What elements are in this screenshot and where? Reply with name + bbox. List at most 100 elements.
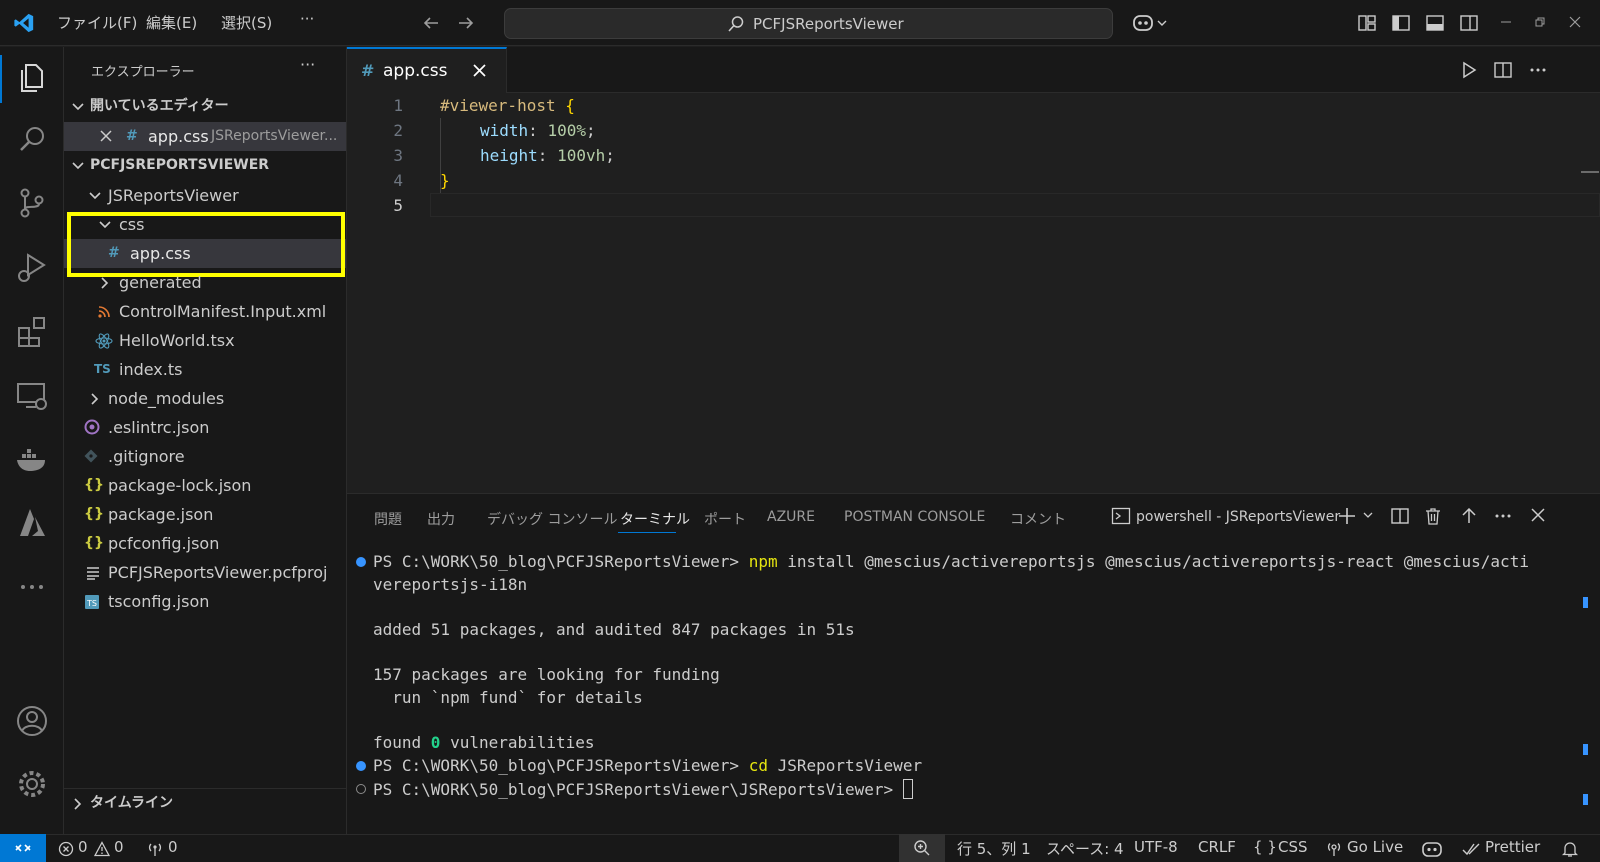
chevron-down-icon [71, 100, 85, 114]
tree-item-index-ts[interactable]: TS index.ts [64, 355, 346, 384]
remote-explorer-icon[interactable] [12, 375, 52, 415]
split-editor-icon[interactable] [1493, 60, 1513, 80]
copilot-status-icon[interactable] [1422, 840, 1442, 858]
timeline-header[interactable]: タイムライン [64, 789, 346, 818]
ports-count[interactable]: 0 [168, 838, 178, 856]
editor-more-icon[interactable] [1528, 60, 1548, 80]
menu-file[interactable]: ファイル(F) [57, 12, 137, 33]
split-terminal-icon[interactable] [1390, 506, 1410, 526]
panel-more-icon[interactable] [1493, 506, 1513, 526]
remote-icon [14, 840, 32, 856]
back-arrow-icon[interactable] [421, 13, 441, 33]
tree-item-eslintrc[interactable]: .eslintrc.json [64, 413, 346, 442]
indentation[interactable]: スペース: 4 [1046, 838, 1124, 859]
copilot-icon[interactable] [1132, 12, 1172, 34]
account-icon[interactable] [12, 701, 52, 741]
close-tab-icon[interactable] [472, 63, 487, 78]
settings-gear-icon[interactable] [12, 764, 52, 804]
prettier-button[interactable]: Prettier [1485, 838, 1540, 856]
vscode-logo-icon[interactable] [13, 12, 35, 34]
forward-arrow-icon[interactable] [456, 13, 476, 33]
new-terminal-plus-icon[interactable] [1337, 506, 1357, 526]
panel-tab-ports[interactable]: ポート [704, 509, 746, 529]
tree-item-package-json[interactable]: {} package.json [64, 500, 346, 529]
close-icon[interactable] [99, 129, 113, 143]
tree-item-controlmanifest[interactable]: ControlManifest.Input.xml [64, 297, 346, 326]
chevron-right-icon [98, 276, 112, 290]
open-editors-header[interactable]: 開いているエディター [64, 92, 346, 121]
terminal-dropdown-icon[interactable] [1362, 509, 1374, 521]
docker-icon[interactable] [12, 439, 52, 479]
maximize-panel-icon[interactable] [1459, 506, 1479, 526]
customize-layout-icon[interactable] [1357, 13, 1377, 33]
menu-more[interactable]: ··· [300, 10, 314, 28]
tree-item-jsreportsviewer[interactable]: JSReportsViewer [64, 181, 346, 210]
panel-tab-comments[interactable]: コメント [1010, 509, 1066, 529]
json-icon: {} [84, 506, 104, 522]
trash-icon[interactable] [1423, 506, 1443, 526]
tree-item-helloworld[interactable]: HelloWorld.tsx [64, 326, 346, 355]
panel-tab-debug-console[interactable]: デバッグ コンソール [487, 509, 617, 529]
panel-tab-postman-console[interactable]: POSTMAN CONSOLE [844, 509, 985, 525]
language-mode[interactable]: CSS [1278, 838, 1308, 856]
explorer-more-button[interactable]: ··· [300, 55, 315, 74]
warning-count[interactable]: 0 [114, 838, 124, 856]
run-debug-icon[interactable] [12, 247, 52, 287]
tree-item-gitignore[interactable]: .gitignore [64, 442, 346, 471]
run-icon[interactable] [1459, 60, 1479, 80]
extensions-icon[interactable] [12, 311, 52, 351]
search-view-icon[interactable] [12, 119, 52, 159]
toggle-primary-sidebar-icon[interactable] [1391, 13, 1411, 33]
menu-edit[interactable]: 編集(E) [146, 12, 197, 33]
command-success-dot [356, 761, 366, 771]
close-panel-icon[interactable] [1529, 506, 1547, 524]
golive-button[interactable]: Go Live [1347, 838, 1403, 856]
source-control-icon[interactable] [12, 183, 52, 223]
close-window-icon[interactable] [1569, 16, 1581, 28]
panel-tab-output[interactable]: 出力 [427, 509, 455, 529]
chevron-right-icon [88, 392, 102, 406]
editor-tab-bar: # app.css [347, 47, 1600, 94]
panel-tab-problems[interactable]: 問題 [374, 509, 402, 529]
line-number-current: 5 [393, 196, 403, 215]
double-check-icon [1462, 841, 1480, 857]
tab-app-css[interactable]: # app.css [347, 47, 507, 94]
command-center-search[interactable]: PCFJSReportsViewer [504, 8, 1113, 39]
terminal-name[interactable]: powershell - JSReportsViewer [1136, 509, 1340, 525]
command-pending-dot [356, 784, 366, 794]
tree-item-pcfconfig[interactable]: {} pcfconfig.json [64, 529, 346, 558]
cursor-position[interactable]: 行 5、列 1 [957, 838, 1031, 859]
panel-tab-azure[interactable]: AZURE [767, 509, 815, 525]
tree-item-package-lock[interactable]: {} package-lock.json [64, 471, 346, 500]
tree-item-tsconfig[interactable]: TS tsconfig.json [64, 587, 346, 616]
line-ending[interactable]: CRLF [1198, 838, 1236, 856]
tree-item-pcfproj[interactable]: PCFJSReportsViewer.pcfproj [64, 558, 346, 587]
restore-icon[interactable] [1534, 16, 1546, 28]
current-line-highlight [430, 193, 1600, 217]
explorer-icon[interactable] [12, 57, 52, 97]
code-editor[interactable]: 1 2 3 4 5 #viewer-host { width: 100%; he… [347, 93, 1600, 493]
scrollbar-marker [1583, 744, 1588, 755]
open-editor-item[interactable]: # app.css JSReportsViewer... [64, 122, 346, 151]
command-center-text: PCFJSReportsViewer [753, 15, 904, 33]
project-header[interactable]: PCFJSREPORTSVIEWER [64, 151, 346, 180]
active-tab-underline [618, 532, 676, 533]
error-count[interactable]: 0 [78, 838, 88, 856]
remote-indicator[interactable] [0, 834, 46, 862]
toggle-secondary-sidebar-icon[interactable] [1459, 13, 1479, 33]
tree-item-node-modules[interactable]: node_modules [64, 384, 346, 413]
azure-icon[interactable] [12, 503, 52, 543]
minimize-icon[interactable] [1500, 16, 1512, 28]
panel-tab-terminal[interactable]: ターミナル [620, 509, 690, 529]
typescript-icon: TS [94, 362, 111, 376]
zoom-indicator[interactable] [899, 834, 945, 862]
menu-selection[interactable]: 選択(S) [221, 12, 272, 33]
terminal-line: run `npm fund` for details [373, 688, 643, 707]
zoom-icon [913, 839, 931, 857]
toggle-panel-icon[interactable] [1425, 13, 1445, 33]
tree-item-generated[interactable]: generated [64, 268, 346, 297]
more-views-icon[interactable] [12, 567, 52, 607]
encoding[interactable]: UTF-8 [1134, 838, 1178, 856]
chevron-right-icon [71, 797, 85, 811]
bell-icon[interactable] [1562, 840, 1578, 858]
